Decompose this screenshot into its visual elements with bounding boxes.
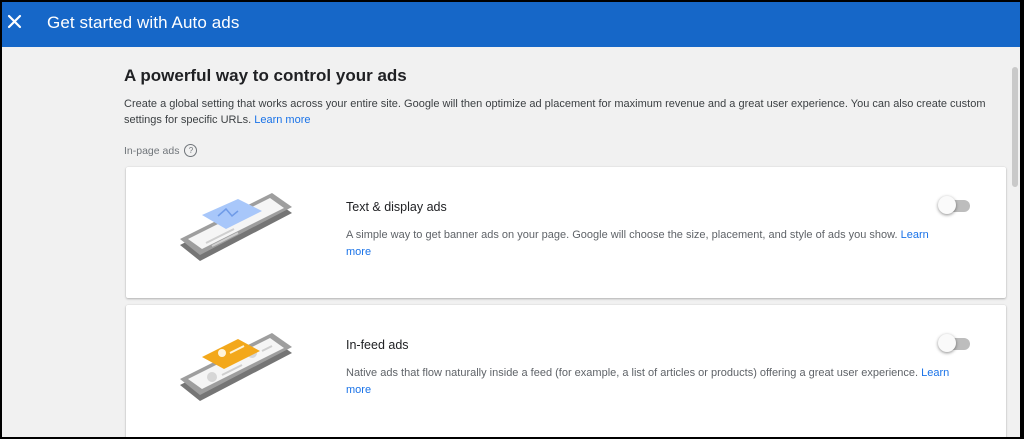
scrollbar[interactable] — [1010, 47, 1020, 437]
text-display-ads-card: Text & display ads A simple way to get b… — [126, 167, 1006, 298]
toggle-knob — [938, 334, 956, 352]
card-title: Text & display ads — [346, 200, 447, 214]
close-icon[interactable] — [5, 12, 25, 32]
section-label-text: In-page ads — [124, 144, 180, 157]
text-display-ads-toggle[interactable] — [938, 196, 972, 214]
page-headline: A powerful way to control your ads — [124, 66, 407, 85]
header-bar: Get started with Auto ads — [2, 2, 1020, 47]
card-title: In-feed ads — [346, 338, 409, 352]
card-description-text: A simple way to get banner ads on your p… — [346, 229, 898, 241]
learn-more-link[interactable]: Learn more — [254, 114, 310, 126]
dialog: Get started with Auto ads A powerful way… — [2, 2, 1020, 437]
text-display-ads-illustration — [176, 185, 308, 285]
in-feed-ads-toggle[interactable] — [938, 334, 972, 352]
card-description-text: Native ads that flow naturally inside a … — [346, 367, 919, 379]
header-title: Get started with Auto ads — [47, 13, 240, 32]
scrollbar-thumb[interactable] — [1012, 67, 1018, 187]
card-description: A simple way to get banner ads on your p… — [346, 227, 956, 261]
card-description: Native ads that flow naturally inside a … — [346, 365, 956, 399]
page-description: Create a global setting that works acros… — [124, 96, 1004, 128]
toggle-knob — [938, 196, 956, 214]
section-label: In-page ads ? — [124, 144, 198, 157]
in-feed-ads-card: In-feed ads Native ads that flow natural… — [126, 305, 1006, 437]
help-icon[interactable]: ? — [184, 144, 198, 157]
in-feed-ads-illustration — [176, 323, 308, 423]
